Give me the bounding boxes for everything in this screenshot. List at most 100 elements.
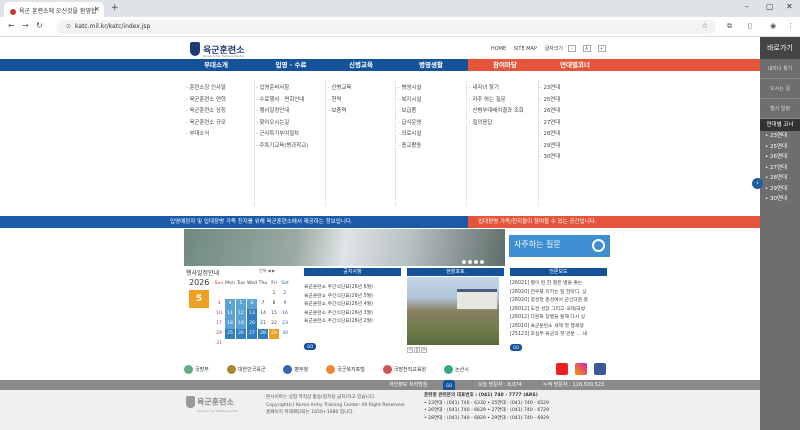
notice-item[interactable]: 육군훈련소 주간식단표(26년 4월)	[304, 301, 401, 310]
calendar-day[interactable]: 6	[247, 299, 257, 309]
calendar-day[interactable]: 20	[247, 319, 257, 329]
quick-regiment[interactable]: • 23연대	[760, 131, 800, 142]
submenu-item[interactable]: 자주 하는 질문	[469, 95, 524, 107]
facebook-icon[interactable]	[594, 363, 606, 375]
minimize-icon[interactable]: –	[745, 2, 749, 11]
notice-item[interactable]: 육군훈련소 주간식단표(26년 3월)	[304, 310, 401, 319]
partner-army[interactable]: 대한민국육군	[226, 364, 265, 374]
close-tab-icon[interactable]: ×	[94, 5, 100, 13]
submenu-item[interactable]: 입영준비사항	[256, 83, 308, 95]
calendar-day[interactable]: 26	[236, 329, 246, 339]
maximize-icon[interactable]: ▢	[766, 2, 774, 11]
main-banner[interactable]	[184, 229, 505, 266]
submenu-item[interactable]: 급식운영	[398, 118, 421, 130]
gnb-item-regiments[interactable]: 연대별코너	[540, 59, 610, 71]
quick-item[interactable]: 행사 일정	[760, 99, 800, 119]
back-icon[interactable]: ←	[8, 21, 15, 30]
gnb-item-life[interactable]: 병영생활	[395, 59, 467, 71]
gnb-item-participation[interactable]: 참여마당	[470, 59, 540, 71]
banner-dot[interactable]	[474, 260, 478, 264]
font-reset-button[interactable]: A	[582, 45, 591, 52]
submenu-item[interactable]: 수료행사 · 면회안내	[256, 95, 308, 107]
press-item[interactable]: [26020] 정성한 충성에서 군인다운 충	[510, 297, 607, 306]
privacy-link[interactable]: 개인정보 처리방침	[389, 380, 427, 390]
submenu-item[interactable]: 질의응답	[469, 118, 524, 130]
forward-icon[interactable]: →	[22, 21, 29, 30]
submenu-item[interactable]: 행사일정안내	[256, 106, 308, 118]
calendar-day[interactable]: 15	[269, 309, 279, 319]
notice-item[interactable]: 육군훈련소 주간식단표(26년 6월)	[304, 284, 401, 293]
submenu-item[interactable]: 종교활동	[398, 141, 421, 153]
next-photo-button[interactable]: >	[421, 347, 427, 353]
calendar-day[interactable]: 1	[269, 289, 279, 299]
press-go-button[interactable]: GO	[510, 343, 523, 351]
submenu-item[interactable]: 부대소식	[186, 129, 226, 141]
submenu-item[interactable]: 주특기교육(병과학교)	[256, 141, 308, 153]
submenu-item[interactable]: 육군훈련소 규모	[186, 118, 225, 130]
new-tab-button[interactable]: +	[111, 3, 119, 13]
notice-title[interactable]: 공지사항	[304, 268, 401, 276]
submenu-item[interactable]: 의료시설	[398, 129, 421, 141]
instagram-icon[interactable]	[575, 363, 587, 375]
submenu-item[interactable]: 훈련소장 인사말	[186, 83, 225, 95]
extensions-icon[interactable]: ⧉	[727, 22, 732, 31]
quick-regiment[interactable]: • 29연대	[760, 184, 800, 195]
submenu-item[interactable]: 보충역	[328, 106, 351, 118]
calendar-day[interactable]: 22	[269, 319, 279, 329]
notice-item[interactable]: 육군훈련소 주간식단표(26년 2월)	[304, 318, 401, 327]
site-logo[interactable]: 육군훈련소 Korea Army Training Center	[190, 41, 244, 58]
submenu-item[interactable]: 신병부대배치결과 조회	[469, 106, 523, 118]
calendar-day[interactable]: 28	[258, 329, 268, 339]
submenu-item[interactable]: 군사특기부여절차	[256, 129, 308, 141]
press-item[interactable]: [26012] 다문화 장병을 통해 다시 상	[510, 314, 607, 323]
calendar-day[interactable]: 13	[247, 309, 257, 319]
press-item[interactable]: [26020] 전우를 지키는 일 한마디, 상	[510, 289, 607, 298]
calendar-day[interactable]: 5	[236, 299, 246, 309]
faq-button[interactable]: 자주하는 질문	[509, 235, 610, 257]
submenu-item[interactable]: 육군훈련소 상징	[186, 106, 225, 118]
calendar-day[interactable]: 24	[214, 329, 224, 339]
bookmark-star-icon[interactable]: ☆	[702, 22, 708, 30]
calendar-day[interactable]: 21	[258, 319, 268, 329]
partner-welfare[interactable]: 국군복지포털	[326, 364, 365, 374]
youtube-icon[interactable]	[556, 363, 568, 375]
press-item[interactable]: [26010] 육군훈련소 새해 첫 행재생	[510, 323, 607, 332]
quick-regiment[interactable]: • 27연대	[760, 163, 800, 174]
submenu-item[interactable]: 보급품	[398, 106, 421, 118]
calendar-day[interactable]: 29	[269, 329, 279, 339]
submenu-item[interactable]: 신병교육	[328, 83, 351, 95]
reload-icon[interactable]: ↻	[36, 21, 43, 30]
calendar-day[interactable]: 11	[225, 309, 235, 319]
calendar-day[interactable]: 25	[225, 329, 235, 339]
press-item[interactable]: [25123] 조실부 육군의 첫 관문 ... 새	[510, 331, 607, 340]
press-title[interactable]: 언론보도	[510, 268, 607, 276]
quick-regiment[interactable]: • 30연대	[760, 194, 800, 205]
banner-dot[interactable]	[468, 260, 472, 264]
quick-item[interactable]: 내자녀 찾기	[760, 59, 800, 79]
submenu-item[interactable]: 육군훈련소 연혁	[186, 95, 225, 107]
site-info-icon[interactable]: ⊙	[66, 23, 71, 30]
submenu-item[interactable]: 23연대	[540, 83, 560, 95]
submenu-item[interactable]: 25연대	[540, 95, 560, 107]
calendar-day[interactable]: 12	[236, 309, 246, 319]
banner-dot[interactable]	[462, 260, 466, 264]
partner-mnd[interactable]: 국방부	[184, 364, 209, 374]
calendar-day[interactable]: 31	[214, 339, 224, 349]
calendar-day[interactable]: 8	[269, 299, 279, 309]
close-window-icon[interactable]: ✕	[786, 2, 793, 11]
submenu-item[interactable]: 병영시설	[398, 83, 421, 95]
gnb-item-intro[interactable]: 부대소개	[180, 59, 252, 71]
scroll-right-icon[interactable]: ›	[752, 178, 763, 189]
calendar-controls[interactable]: 전체 ◀ ▶	[259, 268, 275, 274]
partner-nonsan[interactable]: 논산시	[444, 364, 469, 374]
quick-regiment[interactable]: • 28연대	[760, 173, 800, 184]
calendar-day[interactable]: 18	[225, 319, 235, 329]
submenu-item[interactable]: 29연대	[540, 141, 560, 153]
font-larger-button[interactable]: +	[597, 45, 606, 52]
partner-career[interactable]: 국방전직교육원	[382, 364, 426, 374]
calendar-day[interactable]: 16	[280, 309, 290, 319]
calendar-day[interactable]: 19	[236, 319, 246, 329]
quick-regiment[interactable]: • 25연대	[760, 142, 800, 153]
calendar-day[interactable]: 3	[214, 299, 224, 309]
submenu-item[interactable]: 복지시설	[398, 95, 421, 107]
